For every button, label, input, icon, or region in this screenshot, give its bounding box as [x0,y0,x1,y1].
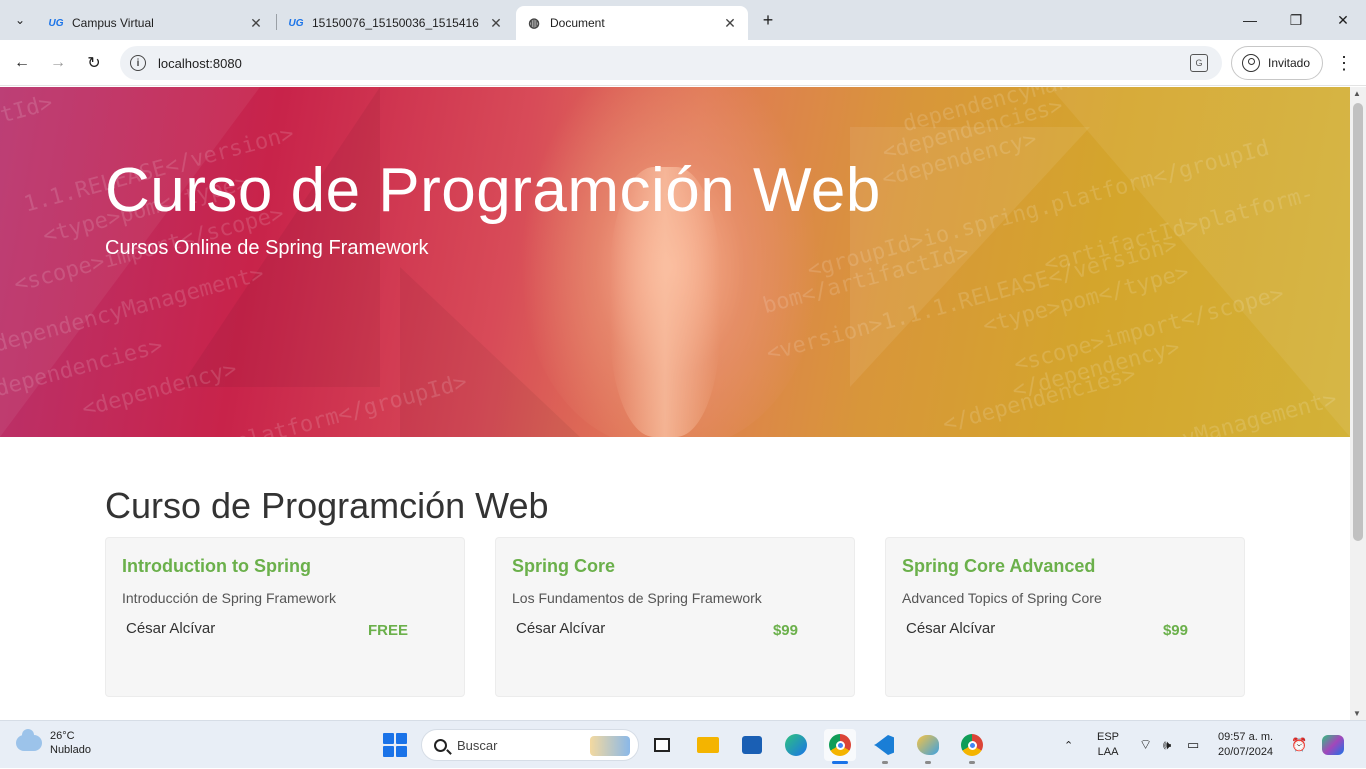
close-icon[interactable]: ✕ [248,15,264,31]
ug-favicon-icon: UG [288,17,304,29]
app-running-indicator [925,761,931,764]
tab-title: Campus Virtual [72,16,154,30]
copilot-icon[interactable] [1322,721,1344,769]
language-indicator[interactable]: ESP LAA [1097,721,1119,769]
chevron-down-icon: ⌄ [14,13,26,27]
hero-subtitle: Cursos Online de Spring Framework [105,237,429,259]
course-description: Introducción de Spring Framework [122,590,336,606]
tab-document-file[interactable]: UG 15150076_15150036_1515416 ✕ [278,6,514,40]
file-explorer-icon[interactable] [692,729,724,761]
close-icon[interactable]: ✕ [722,15,738,31]
wifi-icon[interactable]: ⌔ [1139,721,1152,769]
chrome-profile-icon[interactable] [956,729,988,761]
close-icon[interactable]: ✕ [488,15,504,31]
page-viewport: tId> 1.1.RELEASE</version> <type>pom</ty… [0,87,1350,720]
back-button[interactable]: ← [10,51,34,75]
search-icon [434,738,447,752]
browser-tab-strip: ⌄ UG Campus Virtual ✕ UG 15150076_151500… [0,0,1366,40]
globe-icon: ◍ [528,15,540,30]
course-card[interactable]: Introduction to Spring Introducción de S… [105,537,465,697]
restore-button[interactable]: ❐ [1284,8,1308,32]
browser-toolbar: ← → ↻ i localhost:8080 G Invitado ⋮ [0,40,1366,86]
weather-widget[interactable]: 26°C Nublado [16,729,91,757]
site-info-icon[interactable]: i [130,55,146,71]
tab-title: Document [550,16,605,30]
vscode-icon[interactable] [868,729,900,761]
paint-icon[interactable] [912,729,944,761]
task-view-icon[interactable] [646,729,678,761]
app-running-indicator [969,761,975,764]
url-text[interactable]: localhost:8080 [158,56,242,71]
close-window-button[interactable]: ✕ [1331,8,1355,32]
tab-separator [276,14,277,30]
tab-document[interactable]: ◍ Document ✕ [516,6,748,40]
search-highlight-icon [590,736,630,756]
edge-icon[interactable] [780,729,812,761]
taskbar: 26°C Nublado Buscar ⌃ ESP LAA ⌔ 🕪 ▭ 09:5… [0,720,1366,768]
course-card[interactable]: Spring Core Advanced Advanced Topics of … [885,537,1245,697]
forward-button[interactable]: → [46,51,70,75]
course-title[interactable]: Spring Core [512,556,615,577]
section-title: Curso de Programción Web [105,485,549,526]
course-description: Advanced Topics of Spring Core [902,590,1102,606]
app-active-indicator [832,761,848,764]
ug-favicon-icon: UG [48,17,64,29]
course-price: $99 [772,622,798,639]
app-running-indicator [882,761,888,764]
course-title[interactable]: Spring Core Advanced [902,556,1095,577]
course-title[interactable]: Introduction to Spring [122,556,311,577]
profile-label: Invitado [1268,56,1311,70]
profile-button[interactable]: Invitado [1231,46,1323,80]
tab-search-button[interactable]: ⌄ [8,8,32,32]
tab-campus-virtual[interactable]: UG Campus Virtual ✕ [38,6,274,40]
course-description: Los Fundamentos de Spring Framework [512,590,762,606]
windows-start-icon[interactable] [383,733,407,757]
store-icon[interactable] [736,729,768,761]
address-bar[interactable]: i localhost:8080 G [120,46,1222,80]
hero-banner: tId> 1.1.RELEASE</version> <type>pom</ty… [0,87,1350,437]
keyboard-layout: LAA [1097,746,1119,758]
search-placeholder: Buscar [457,737,498,753]
chrome-icon[interactable] [824,729,856,761]
notification-icon[interactable]: ⏰ [1291,721,1307,769]
browser-menu-button[interactable]: ⋮ [1334,51,1354,75]
course-card[interactable]: Spring Core Los Fundamentos de Spring Fr… [495,537,855,697]
scrollbar-thumb[interactable] [1353,103,1363,541]
course-author: César Alcívar [906,620,996,637]
minimize-button[interactable]: — [1238,8,1262,32]
page-scrollbar[interactable]: ▲ ▼ [1350,87,1366,720]
volume-icon[interactable]: 🕪 [1163,721,1171,769]
cloud-icon [16,729,42,751]
translate-icon[interactable]: G [1190,54,1208,72]
language-code: ESP [1097,731,1120,743]
scroll-down-arrow-icon[interactable]: ▼ [1353,709,1361,718]
tray-overflow-chevron-icon[interactable]: ⌃ [1064,721,1073,769]
course-author: César Alcívar [516,620,606,637]
weather-temperature: 26°C [50,730,75,742]
clock-date: 20/07/2024 [1218,746,1274,758]
scroll-up-arrow-icon[interactable]: ▲ [1353,89,1361,98]
clock-time: 09:57 a. m. [1218,731,1274,743]
battery-icon[interactable]: ▭ [1187,721,1199,769]
clock[interactable]: 09:57 a. m. 20/07/2024 [1218,721,1273,769]
new-tab-button[interactable]: + [758,10,778,30]
course-price: FREE [367,622,408,639]
weather-description: Nublado [50,744,91,756]
hero-title: Curso de Programción Web [105,156,881,225]
course-price: $99 [1162,622,1188,639]
reload-button[interactable]: ↻ [82,51,106,75]
tab-title: 15150076_15150036_1515416 [312,16,479,30]
course-author: César Alcívar [126,620,216,637]
profile-icon [1242,54,1260,72]
taskbar-search[interactable]: Buscar [421,729,639,761]
